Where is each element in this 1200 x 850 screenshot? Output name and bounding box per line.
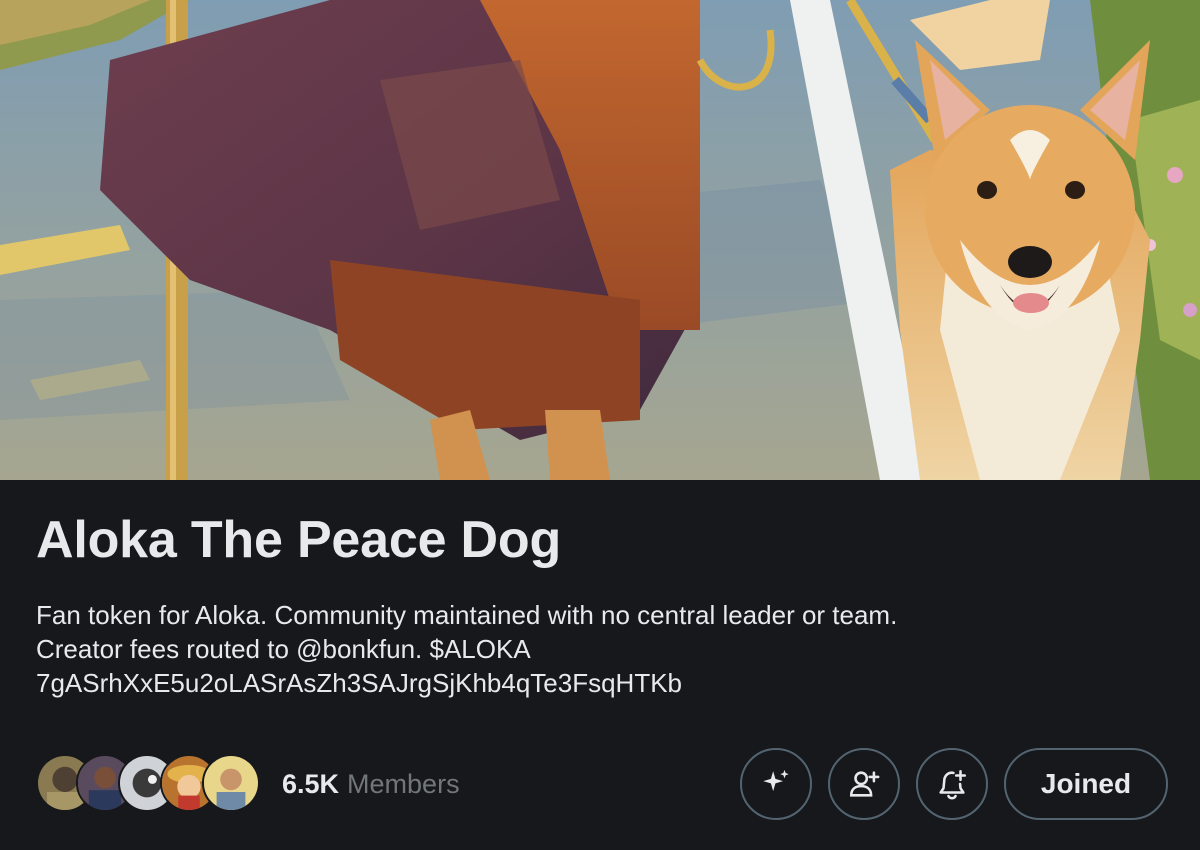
member-count[interactable]: 6.5K Members xyxy=(282,769,460,800)
member-avatar-stack[interactable] xyxy=(36,752,262,816)
description-line: 7gASrhXxE5u2oLASrAsZh3SAJrgSjKhb4qTe3Fsq… xyxy=(36,668,683,698)
member-count-number: 6.5K xyxy=(282,768,340,799)
bell-plus-icon xyxy=(939,769,967,800)
joined-button[interactable]: Joined xyxy=(1004,748,1168,820)
member-avatar[interactable] xyxy=(202,754,260,812)
community-info-panel: Aloka The Peace Dog Fan token for Aloka.… xyxy=(0,480,1200,850)
notifications-button[interactable] xyxy=(916,748,988,820)
community-header: Aloka The Peace Dog Fan token for Aloka.… xyxy=(0,0,1200,850)
sparkle-icon xyxy=(763,769,789,792)
members-summary[interactable]: 6.5K Members xyxy=(36,750,460,818)
description-line: Fan token for Aloka. Community maintaine… xyxy=(36,600,898,630)
description-line: Creator fees routed to @bonkfun. $ALOKA xyxy=(36,634,531,664)
member-count-label: Members xyxy=(347,768,460,799)
community-title: Aloka The Peace Dog xyxy=(36,511,562,569)
sparkle-button[interactable] xyxy=(740,748,812,820)
community-description: Fan token for Aloka. Community maintaine… xyxy=(36,598,1156,700)
invite-people-button[interactable] xyxy=(828,748,900,820)
community-banner-image xyxy=(0,0,1200,480)
community-actions: Joined xyxy=(740,748,1168,820)
add-person-icon xyxy=(849,771,880,797)
